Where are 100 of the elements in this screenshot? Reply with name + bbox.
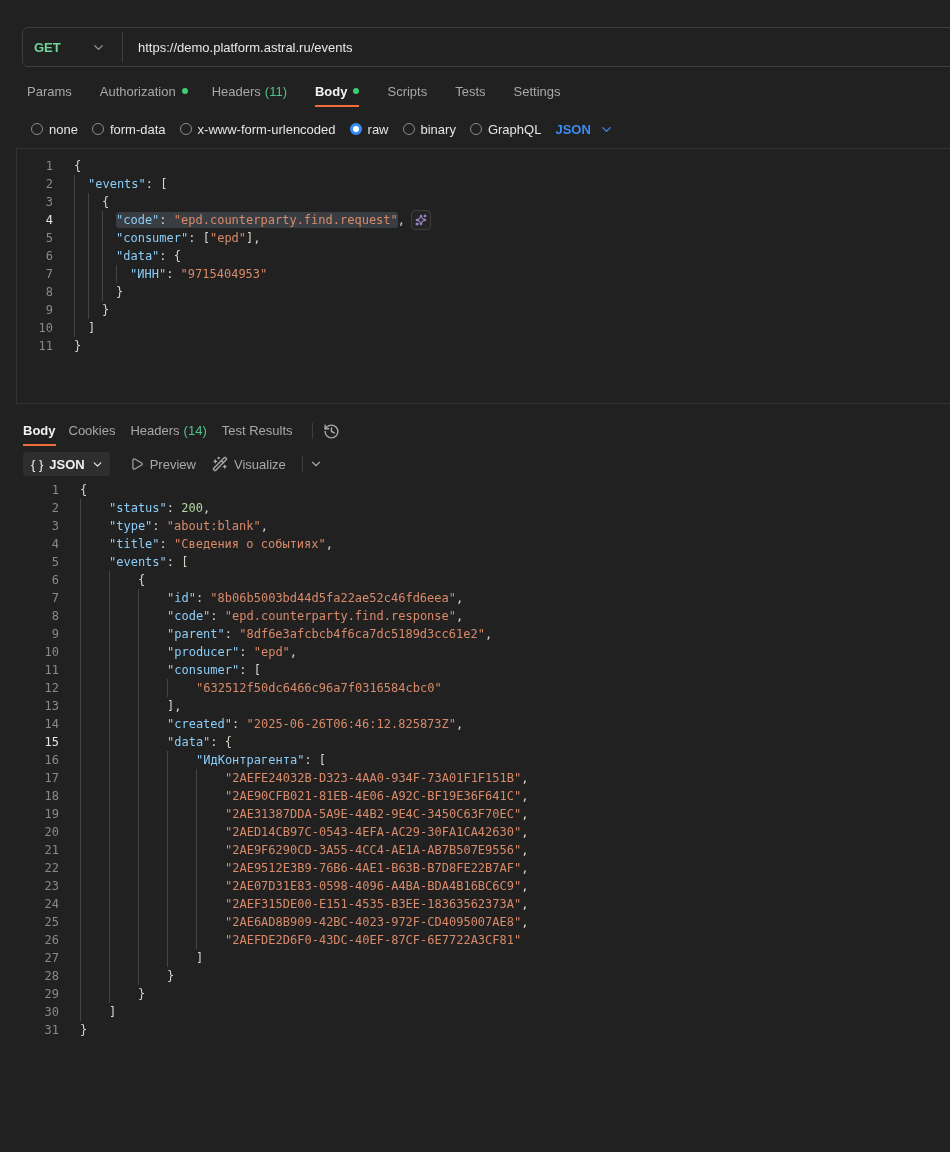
response-tab[interactable]: Headers (14) bbox=[130, 416, 207, 446]
line-number: 27 bbox=[43, 951, 59, 965]
format-dropdown[interactable]: JSON bbox=[555, 121, 614, 137]
code-line: "2AEFDE2D6F0-43DC-40EF-87CF-6E7722A3CF81" bbox=[225, 933, 522, 947]
line-number: 8 bbox=[50, 609, 59, 623]
line-number: 14 bbox=[43, 717, 59, 731]
line-number: 12 bbox=[43, 681, 59, 695]
line-number: 16 bbox=[43, 753, 59, 767]
body-type-radio[interactable]: x-www-form-urlencoded bbox=[179, 121, 336, 137]
response-tab[interactable]: Cookies bbox=[68, 416, 116, 446]
body-type-radio[interactable]: raw bbox=[349, 121, 389, 137]
code-line: "2AE07D31E83-0598-4096-A4BA-BDA4B16BC6C9", bbox=[225, 879, 529, 893]
line-number: 3 bbox=[44, 195, 53, 209]
line-number: 7 bbox=[50, 591, 59, 605]
line-number: 28 bbox=[43, 969, 59, 983]
line-number: 26 bbox=[43, 933, 59, 947]
code-line: "id": "8b06b5003bd44d5fa22ae52c46fd6eea", bbox=[167, 591, 464, 605]
response-tab[interactable]: Test Results bbox=[221, 416, 293, 446]
code-line: "2AE6AD8B909-42BC-4023-972F-CD4095007AE8", bbox=[225, 915, 529, 929]
code-line: } bbox=[138, 987, 146, 1001]
code-line: } bbox=[116, 285, 124, 299]
line-number: 19 bbox=[43, 807, 59, 821]
line-number: 6 bbox=[50, 573, 59, 587]
code-line: "data": { bbox=[116, 249, 182, 263]
body-type-radio[interactable]: binary bbox=[402, 121, 456, 137]
line-number: 31 bbox=[43, 1023, 59, 1037]
line-number: 24 bbox=[43, 897, 59, 911]
code-line: "parent": "8df6e3afcbcb4f6ca7dc5189d3cc61e2", bbox=[167, 627, 493, 641]
request-body-editor[interactable]: 1 { 2 "events": [ 3 { 4 "code": "epd.counterparty.find.request", 5 "consumer": ["epd"], 6 "data": { 7 "ИНН": "9715404953" 8 } 9 } 10 ] 11 } bbox=[16, 148, 950, 404]
code-line: "2AE31387DDA-5A9E-44B2-9E4C-3450C63F70EC", bbox=[225, 807, 529, 821]
method-dropdown[interactable]: GET bbox=[23, 32, 123, 62]
line-number: 11 bbox=[43, 663, 59, 677]
line-number: 23 bbox=[43, 879, 59, 893]
request-tab[interactable]: Body bbox=[315, 77, 360, 107]
code-line: } bbox=[102, 303, 110, 317]
line-number: 30 bbox=[43, 1005, 59, 1019]
code-line: { bbox=[138, 573, 146, 587]
code-line: "2AEF315DE00-E151-4535-B3EE-18363562373A", bbox=[225, 897, 529, 911]
request-tab[interactable]: Headers (11) bbox=[211, 77, 287, 107]
code-line: "consumer": [ bbox=[167, 663, 261, 677]
line-number: 25 bbox=[43, 915, 59, 929]
code-line: { bbox=[80, 483, 88, 497]
response-tab[interactable]: Body bbox=[23, 416, 56, 446]
line-number: 15 bbox=[43, 735, 59, 749]
line-number: 13 bbox=[43, 699, 59, 713]
line-number: 3 bbox=[50, 519, 59, 533]
code-line: "2AE90CFB021-81EB-4E06-A92C-BF19E36F641C", bbox=[225, 789, 529, 803]
response-format-dropdown[interactable]: { } JSON bbox=[23, 452, 110, 476]
code-line: "events": [ bbox=[109, 555, 189, 569]
code-line: "events": [ bbox=[88, 177, 168, 191]
line-number: 18 bbox=[43, 789, 59, 803]
code-line: "code": "epd.counterparty.find.request", bbox=[116, 212, 405, 228]
sparkle-icon bbox=[415, 214, 427, 226]
code-line: "title": "Сведения о событиях", bbox=[109, 537, 333, 551]
code-line: "status": 200, bbox=[109, 501, 211, 515]
code-line: "consumer": ["epd"], bbox=[116, 231, 261, 245]
code-line: "2AED14CB97C-0543-4EFA-AC29-30FA1CA42630", bbox=[225, 825, 529, 839]
line-number: 10 bbox=[37, 321, 53, 335]
code-line: "created": "2025-06-26T06:46:12.825873Z", bbox=[167, 717, 464, 731]
play-icon bbox=[129, 457, 144, 471]
request-tab[interactable]: Authorization bbox=[99, 77, 188, 107]
request-tab[interactable]: Params bbox=[27, 77, 72, 107]
code-line: "632512f50dc6466c96a7f0316584cbc0" bbox=[196, 681, 442, 695]
line-number: 5 bbox=[44, 231, 53, 245]
code-line: ] bbox=[109, 1005, 117, 1019]
code-line: } bbox=[74, 339, 82, 353]
ai-assist-button[interactable] bbox=[411, 210, 431, 230]
visualize-button[interactable]: Visualize bbox=[211, 456, 286, 472]
code-line: "ИНН": "9715404953" bbox=[130, 267, 268, 281]
line-number: 20 bbox=[43, 825, 59, 839]
line-number: 11 bbox=[37, 339, 53, 353]
line-number: 4 bbox=[44, 213, 53, 227]
line-number: 7 bbox=[44, 267, 53, 281]
request-tab[interactable]: Tests bbox=[455, 77, 486, 107]
code-line: "2AEFE24032B-D323-4AA0-934F-73A01F1F151B", bbox=[225, 771, 529, 785]
body-type-radio[interactable]: none bbox=[31, 121, 78, 137]
preview-button[interactable]: Preview bbox=[129, 456, 196, 472]
line-number: 10 bbox=[43, 645, 59, 659]
body-type-radio[interactable]: form-data bbox=[91, 121, 166, 137]
line-number: 6 bbox=[44, 249, 53, 263]
code-line: { bbox=[74, 159, 82, 173]
line-number: 2 bbox=[50, 501, 59, 515]
body-type-radio[interactable]: GraphQL bbox=[469, 121, 542, 137]
line-number: 8 bbox=[44, 285, 53, 299]
code-line: ], bbox=[167, 699, 182, 713]
line-number: 5 bbox=[50, 555, 59, 569]
code-line: ] bbox=[88, 321, 96, 335]
line-number: 22 bbox=[43, 861, 59, 875]
code-line: "code": "epd.counterparty.find.response", bbox=[167, 609, 464, 623]
request-tab[interactable]: Scripts bbox=[387, 77, 428, 107]
line-number: 29 bbox=[43, 987, 59, 1001]
code-line: "ИдКонтрагента": [ bbox=[196, 753, 327, 767]
url-field[interactable]: GET https://demo.platform.astral.ru/events bbox=[22, 27, 950, 67]
line-number: 2 bbox=[44, 177, 53, 191]
line-number: 17 bbox=[43, 771, 59, 785]
code-line: "2AE9512E3B9-76B6-4AE1-B63B-B7D8FE22B7AF", bbox=[225, 861, 529, 875]
request-tab[interactable]: Settings bbox=[513, 77, 561, 107]
code-line: ] bbox=[196, 951, 204, 965]
code-line: "2AE9F6290CD-3A55-4CC4-AE1A-AB7B507E9556", bbox=[225, 843, 529, 857]
line-number: 4 bbox=[50, 537, 59, 551]
